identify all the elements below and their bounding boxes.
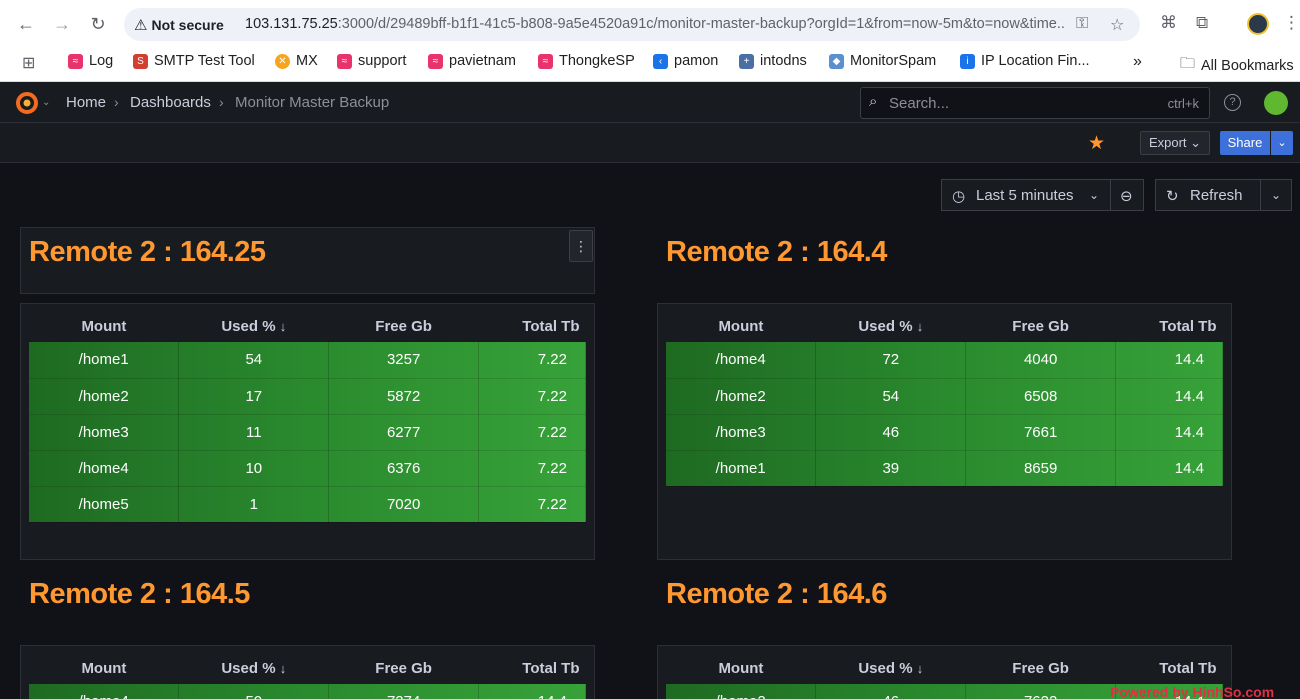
user-avatar[interactable]: [1264, 91, 1288, 115]
back-icon[interactable]: ←: [14, 12, 38, 36]
column-header-mount[interactable]: Mount: [29, 652, 179, 684]
folder-icon: 🗀: [1180, 55, 1196, 72]
panel-menu-icon[interactable]: ⋮: [569, 230, 593, 262]
table-row: /home4 10 6376 7.22: [29, 450, 586, 487]
column-header-free[interactable]: Free Gb: [329, 310, 479, 342]
column-header-used[interactable]: Used % ↓: [816, 310, 966, 342]
table-164-5: Mount Used % ↓ Free Gb Total Tb /home450…: [29, 652, 586, 699]
key-icon[interactable]: ⚿: [1076, 15, 1088, 33]
bookmarks-bar: ⊞ ≈ Log S SMTP Test Tool ✕ MX ≈ support ≈ pav…: [0, 48, 1300, 82]
address-bar[interactable]: ⚠ Not secure 103.131.75.25:3000/d/29489b…: [124, 8, 1140, 41]
breadcrumb-dashboards[interactable]: Dashboards: [130, 94, 211, 111]
dashboard-canvas: ◷ Last 5 minutes ⌄ ⊖ ↻ Refresh ⌄ Remote …: [4, 163, 1300, 699]
profile-avatar[interactable]: [1247, 13, 1269, 35]
bookmark-support[interactable]: ≈ support: [337, 53, 406, 69]
column-header-total[interactable]: Total Tb: [479, 652, 586, 684]
table-row: /home5 1 7020 7.22: [29, 486, 586, 523]
table-row: /home3 46 7661 14.4: [666, 414, 1223, 451]
panel-title-164-4: Remote 2 : 164.4: [657, 227, 1232, 294]
column-header-used[interactable]: Used % ↓: [816, 652, 966, 684]
column-header-used[interactable]: Used % ↓: [179, 652, 329, 684]
bookmark-intodns[interactable]: + intodns: [739, 53, 807, 69]
all-bookmarks[interactable]: 🗀 All Bookmarks: [1180, 53, 1294, 78]
export-button[interactable]: Export ⌄: [1140, 131, 1210, 155]
browser-toolbar: ← → ↻ ⚠ Not secure 103.131.75.25:3000/d/…: [0, 0, 1300, 48]
bookmarks-overflow-icon[interactable]: »: [1133, 53, 1142, 71]
chevron-down-icon: ⌄: [1089, 188, 1100, 202]
bookmark-pavietnam[interactable]: ≈ pavietnam: [428, 53, 516, 69]
column-header-mount[interactable]: Mount: [666, 652, 816, 684]
column-header-mount[interactable]: Mount: [29, 310, 179, 342]
bookmark-mx[interactable]: ✕ MX: [275, 53, 318, 69]
apps-grid-icon[interactable]: ⊞: [22, 53, 35, 73]
sort-arrow-icon: ↓: [279, 660, 287, 676]
table-row: /home4 72 4040 14.4: [666, 342, 1223, 379]
column-header-total[interactable]: Total Tb: [1116, 310, 1223, 342]
bookmark-thongkesp[interactable]: ≈ ThongkeSP: [538, 53, 635, 69]
grafana-logo-icon[interactable]: [15, 90, 41, 116]
bookmark-star-icon[interactable]: ☆: [1110, 15, 1124, 35]
column-header-free[interactable]: Free Gb: [329, 652, 479, 684]
bookmark-log[interactable]: ≈ Log: [68, 53, 113, 69]
panel-title-164-25: Remote 2 : 164.25 ⋮: [20, 227, 595, 294]
column-header-total[interactable]: Total Tb: [1116, 652, 1223, 684]
breadcrumb-current: Monitor Master Backup: [235, 94, 390, 111]
column-header-free[interactable]: Free Gb: [966, 310, 1116, 342]
panel-heading: Remote 2 : 164.6: [666, 578, 887, 610]
bookmark-pamon[interactable]: ‹ pamon: [653, 53, 718, 69]
breadcrumb-separator-icon: ›: [219, 94, 224, 110]
sort-arrow-icon: ↓: [916, 660, 924, 676]
column-header-total[interactable]: Total Tb: [479, 310, 586, 342]
bookmark-iplocation[interactable]: i IP Location Fin...: [960, 53, 1090, 69]
logo-chevron-icon[interactable]: ⌄: [42, 97, 50, 108]
table-row: /home2 17 5872 7.22: [29, 378, 586, 415]
panel-title-164-6: Remote 2 : 164.6: [657, 569, 1232, 636]
search-input[interactable]: ⌕ Search... ctrl+k: [860, 87, 1210, 119]
reload-icon[interactable]: ↻: [86, 12, 110, 36]
time-range-picker[interactable]: ◷ Last 5 minutes ⌄: [941, 179, 1111, 211]
bookmark-smtp[interactable]: S SMTP Test Tool: [133, 53, 255, 69]
sort-arrow-icon: ↓: [916, 318, 924, 334]
chevron-down-icon: ⌄: [1271, 188, 1282, 202]
sort-arrow-icon: ↓: [279, 318, 287, 334]
help-icon[interactable]: ?: [1224, 94, 1241, 111]
refresh-button[interactable]: ↻ Refresh: [1155, 179, 1261, 211]
table-row: /home450727414.4: [29, 684, 586, 699]
share-dropdown-icon[interactable]: ⌄: [1271, 131, 1293, 155]
clock-icon: ◷: [952, 188, 966, 205]
panel-heading: Remote 2 : 164.4: [666, 236, 887, 268]
extensions-icon[interactable]: ⧉: [1196, 13, 1208, 33]
browser-menu-icon[interactable]: ⋮: [1283, 13, 1300, 33]
zoom-out-button[interactable]: ⊖: [1110, 179, 1144, 211]
panel-heading: Remote 2 : 164.5: [29, 578, 250, 610]
table-row: /home1 54 3257 7.22: [29, 342, 586, 379]
zoom-out-icon: ⊖: [1120, 188, 1133, 205]
translate-icon[interactable]: ⌘: [1160, 13, 1177, 33]
grafana-topbar: ⌄ Home › Dashboards › Monitor Master Bac…: [0, 82, 1300, 123]
refresh-interval-dropdown[interactable]: ⌄: [1260, 179, 1292, 211]
column-header-free[interactable]: Free Gb: [966, 652, 1116, 684]
watermark-text: Powered by HinhSo.com: [1110, 684, 1275, 699]
breadcrumb-separator-icon: ›: [114, 94, 119, 110]
url-text[interactable]: 103.131.75.25:3000/d/29489bff-b1f1-41c5-…: [245, 16, 1065, 32]
column-header-used[interactable]: Used % ↓: [179, 310, 329, 342]
column-header-mount[interactable]: Mount: [666, 310, 816, 342]
refresh-icon: ↻: [1166, 188, 1179, 205]
table-row: /home2 54 6508 14.4: [666, 378, 1223, 415]
table-row: /home1 39 8659 14.4: [666, 450, 1223, 487]
favorite-star-icon[interactable]: ★: [1088, 132, 1105, 155]
breadcrumb-home[interactable]: Home: [66, 94, 106, 111]
forward-icon[interactable]: →: [50, 12, 74, 36]
warning-icon: ⚠: [134, 17, 148, 34]
share-button[interactable]: Share: [1220, 131, 1270, 155]
panel-title-164-5: Remote 2 : 164.5: [20, 569, 595, 636]
security-indicator[interactable]: ⚠ Not secure: [134, 16, 224, 34]
search-icon: ⌕: [869, 93, 878, 110]
table-164-25: Mount Used % ↓ Free Gb Total Tb /home1 54…: [29, 310, 586, 523]
bookmark-monitorspam[interactable]: ◆ MonitorSpam: [829, 53, 936, 69]
table-row: /home3 11 6277 7.22: [29, 414, 586, 451]
dashboard-toolbar: ★ Export ⌄ Share ⌄: [0, 123, 1300, 163]
table-164-4: Mount Used % ↓ Free Gb Total Tb /home4 72…: [666, 310, 1223, 487]
panel-heading: Remote 2 : 164.25: [29, 236, 266, 268]
